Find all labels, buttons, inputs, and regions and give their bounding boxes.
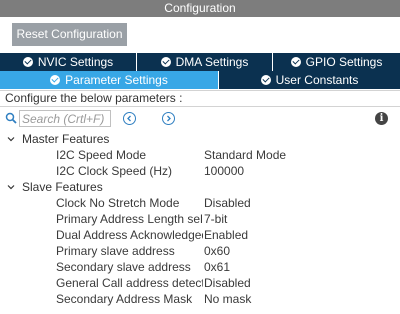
tab-nvic-settings[interactable]: NVIC Settings [0, 53, 137, 71]
param-row-primary-address-length[interactable]: Primary Address Length sele... 7-bit [0, 211, 400, 227]
reset-configuration-button[interactable]: Reset Configuration [12, 23, 127, 46]
search-input[interactable] [19, 110, 111, 127]
check-circle-icon [50, 75, 61, 85]
param-name: General Call address detection [56, 276, 203, 290]
tab-gpio-settings[interactable]: GPIO Settings [273, 53, 400, 71]
param-name: Dual Address Acknowledged [56, 228, 203, 242]
param-value[interactable]: 0x61 [204, 259, 230, 275]
param-name: I2C Speed Mode [56, 148, 147, 162]
param-row-secondary-slave-address[interactable]: Secondary slave address 0x61 [0, 259, 400, 275]
search-next-button[interactable] [162, 112, 175, 125]
tab-label: GPIO Settings [305, 55, 383, 69]
parameters-header: Configure the below parameters : [0, 90, 400, 107]
param-row-dual-address-acknowledged[interactable]: Dual Address Acknowledged Enabled [0, 227, 400, 243]
window-title: Configuration [0, 0, 400, 17]
tab-label: DMA Settings [175, 55, 249, 69]
search-row: i [0, 109, 400, 129]
tab-user-constants[interactable]: User Constants [219, 71, 400, 89]
chevron-left-icon [127, 115, 131, 122]
param-value[interactable]: 7-bit [204, 211, 227, 227]
param-value[interactable]: No mask [204, 291, 251, 307]
tab-parameter-settings[interactable]: Parameter Settings [0, 71, 219, 89]
check-circle-icon [22, 57, 33, 67]
check-circle-icon [290, 57, 301, 67]
param-value[interactable]: 100000 [204, 163, 244, 179]
param-row-clock-no-stretch-mode[interactable]: Clock No Stretch Mode Disabled [0, 195, 400, 211]
tabs-row-2: Parameter Settings User Constants [0, 71, 400, 89]
chevron-down-icon[interactable] [7, 183, 15, 191]
param-name: Primary Address Length sele... [56, 212, 203, 226]
param-row-i2c-speed-mode[interactable]: I2C Speed Mode Standard Mode [0, 147, 400, 163]
param-value[interactable]: Disabled [204, 275, 251, 291]
tabs-row-1: NVIC Settings DMA Settings GPIO Settings [0, 53, 400, 71]
param-row-secondary-address-mask[interactable]: Secondary Address Mask No mask [0, 291, 400, 307]
chevron-right-icon [167, 115, 171, 122]
check-circle-icon [260, 75, 271, 85]
group-slave-features[interactable]: Slave Features [0, 179, 400, 195]
param-value[interactable]: Disabled [204, 195, 251, 211]
param-name: Secondary Address Mask [56, 292, 193, 306]
param-name: Clock No Stretch Mode [56, 196, 180, 210]
search-previous-button[interactable] [123, 112, 136, 125]
tab-label: User Constants [275, 73, 359, 87]
param-row-i2c-clock-speed[interactable]: I2C Clock Speed (Hz) 100000 [0, 163, 400, 179]
tab-label: Parameter Settings [65, 73, 168, 87]
chevron-down-icon[interactable] [7, 135, 15, 143]
group-label: Master Features [22, 132, 110, 146]
group-label: Slave Features [22, 180, 103, 194]
param-row-primary-slave-address[interactable]: Primary slave address 0x60 [0, 243, 400, 259]
param-name: Secondary slave address [56, 260, 191, 274]
param-name: Primary slave address [56, 244, 175, 258]
parameter-tree: Master Features I2C Speed Mode Standard … [0, 131, 400, 307]
group-master-features[interactable]: Master Features [0, 131, 400, 147]
tab-dma-settings[interactable]: DMA Settings [137, 53, 273, 71]
param-value[interactable]: 0x60 [204, 243, 230, 259]
tab-label: NVIC Settings [37, 55, 114, 69]
toolbar: Reset Configuration [0, 17, 400, 53]
param-value[interactable]: Enabled [204, 227, 248, 243]
info-icon[interactable]: i [375, 112, 388, 125]
param-name: I2C Clock Speed (Hz) [56, 164, 173, 178]
param-value[interactable]: Standard Mode [204, 147, 286, 163]
search-icon [5, 112, 17, 124]
check-circle-icon [160, 57, 171, 67]
param-row-general-call-address-detection[interactable]: General Call address detection Disabled [0, 275, 400, 291]
